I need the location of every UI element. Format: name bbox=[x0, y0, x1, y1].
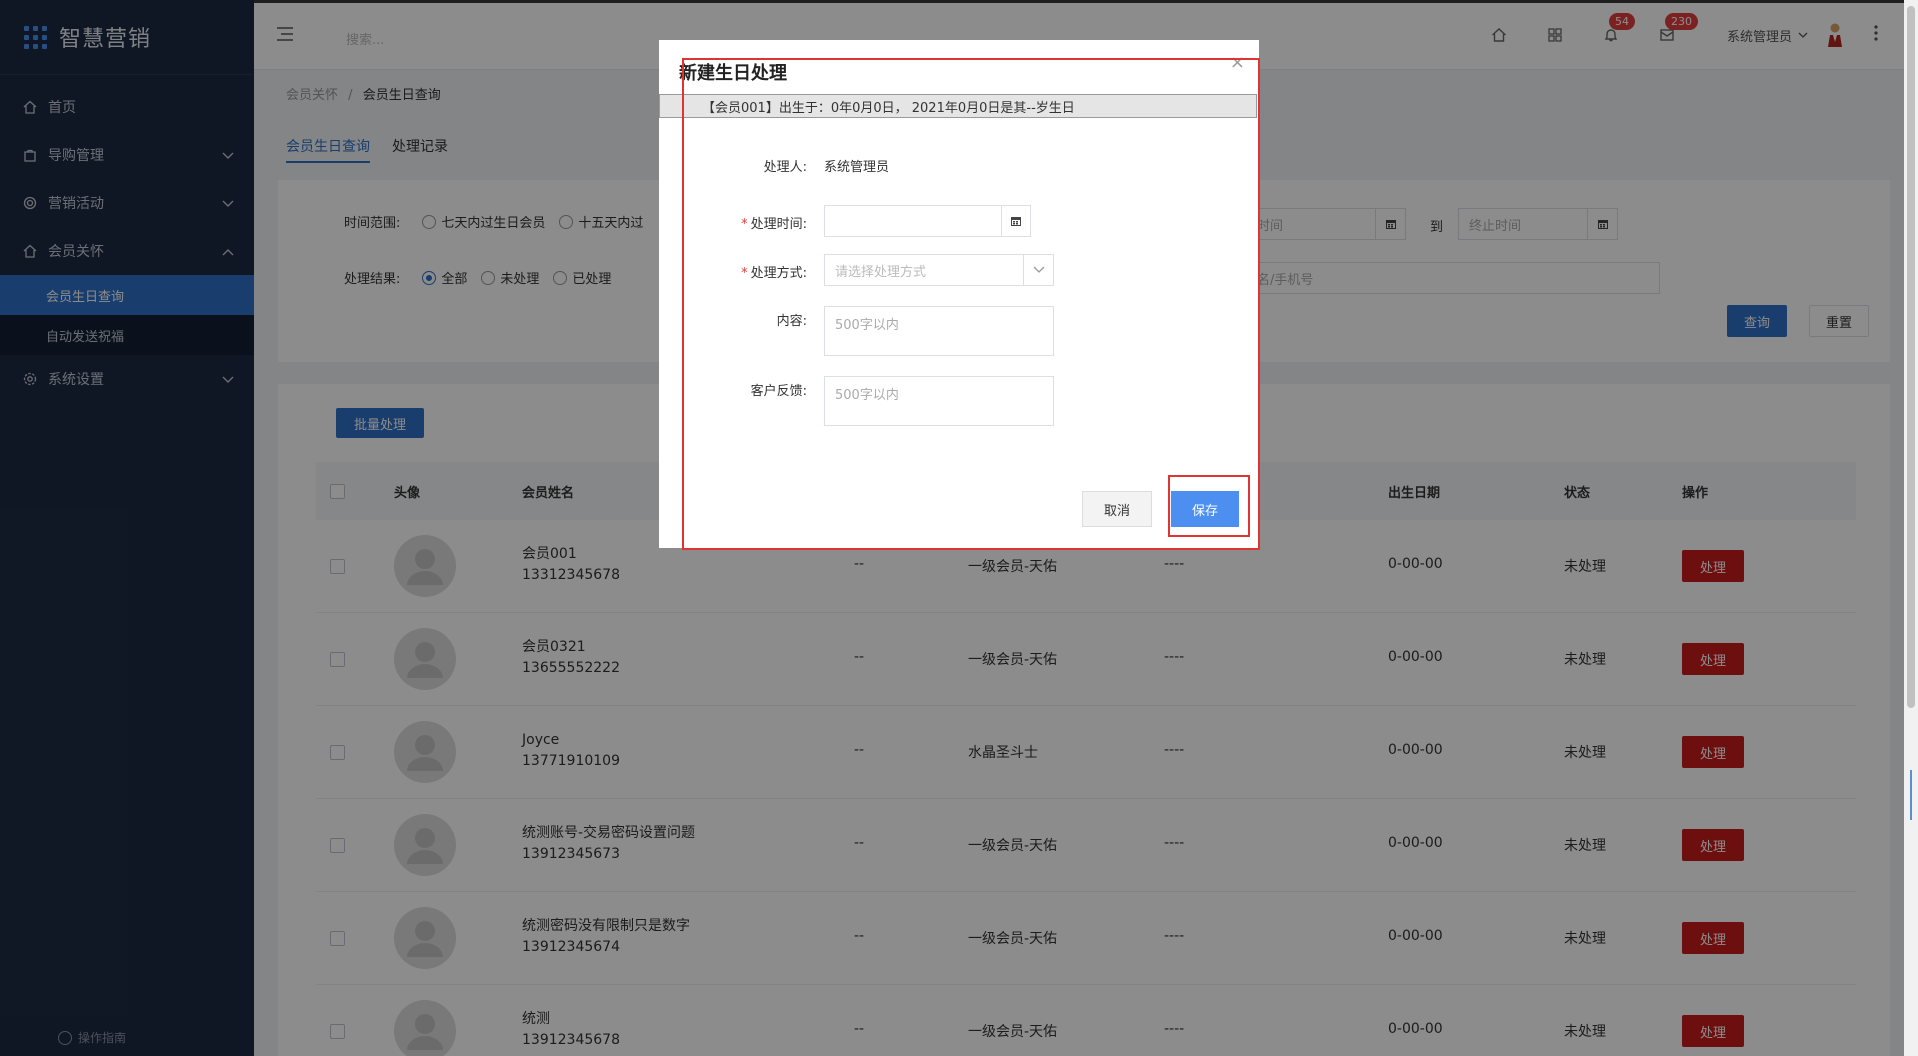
scrollbar-thumb[interactable] bbox=[1907, 6, 1915, 708]
highlight-box-save bbox=[1168, 475, 1250, 537]
edge-handle[interactable] bbox=[1910, 770, 1916, 820]
page-scrollbar[interactable] bbox=[1904, 0, 1918, 1056]
